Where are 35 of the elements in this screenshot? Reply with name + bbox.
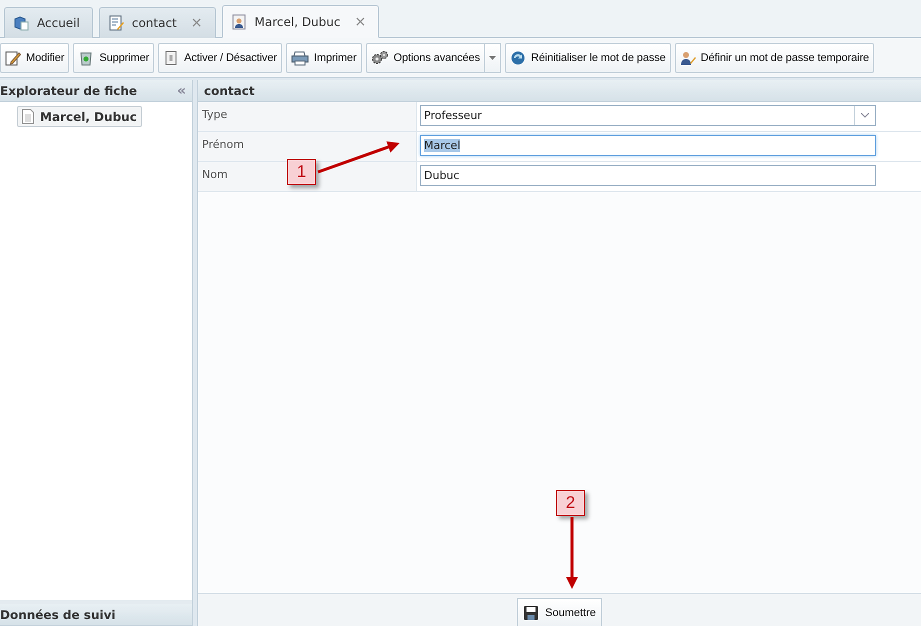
dropdown-field[interactable]: Professeur — [420, 105, 876, 126]
panel-title: Explorateur de fiche — [0, 84, 138, 98]
edit-document-icon — [108, 15, 124, 31]
panel-title: contact — [204, 84, 255, 98]
user-pencil-icon — [680, 50, 696, 66]
gears-icon — [370, 50, 389, 66]
pencil-note-icon — [5, 50, 21, 66]
dropdown-button[interactable] — [484, 42, 501, 72]
reset-icon — [510, 50, 526, 66]
arrow — [566, 517, 578, 589]
toolbar-button[interactable]: Réinitialiser le mot de passe — [504, 42, 671, 72]
toolbar-button[interactable]: Supprimer — [73, 42, 154, 72]
tab[interactable]: contact × — [98, 7, 216, 38]
caret-icon — [488, 56, 496, 60]
printer-icon — [290, 50, 309, 66]
tab[interactable]: Accueil — [4, 7, 93, 38]
user-document-icon — [230, 14, 246, 30]
input-field[interactable]: Marcel — [420, 135, 876, 156]
trash-icon — [78, 50, 94, 66]
cube-icon — [13, 15, 29, 31]
submit-button[interactable]: Soumettre — [517, 598, 602, 626]
callout-label: 2 — [556, 490, 585, 516]
save-icon — [523, 604, 540, 620]
tab[interactable]: Marcel, Dubuc × — [222, 5, 380, 38]
toolbar-button[interactable]: Activer / Désactiver — [158, 42, 282, 72]
toolbar-button[interactable]: Options avancées — [366, 42, 484, 72]
toolbar-button[interactable]: Imprimer — [286, 42, 362, 72]
record-item[interactable]: Marcel, Dubuc — [17, 106, 142, 127]
toolbar-button[interactable]: Modifier — [0, 42, 70, 72]
switch-icon — [163, 50, 180, 66]
document-icon — [22, 109, 34, 124]
callout-label: 1 — [287, 159, 316, 185]
input-field[interactable]: Dubuc — [420, 165, 876, 186]
panel-title: Données de suivi — [0, 608, 116, 622]
toolbar-button[interactable]: Définir un mot de passe temporaire — [674, 42, 874, 72]
